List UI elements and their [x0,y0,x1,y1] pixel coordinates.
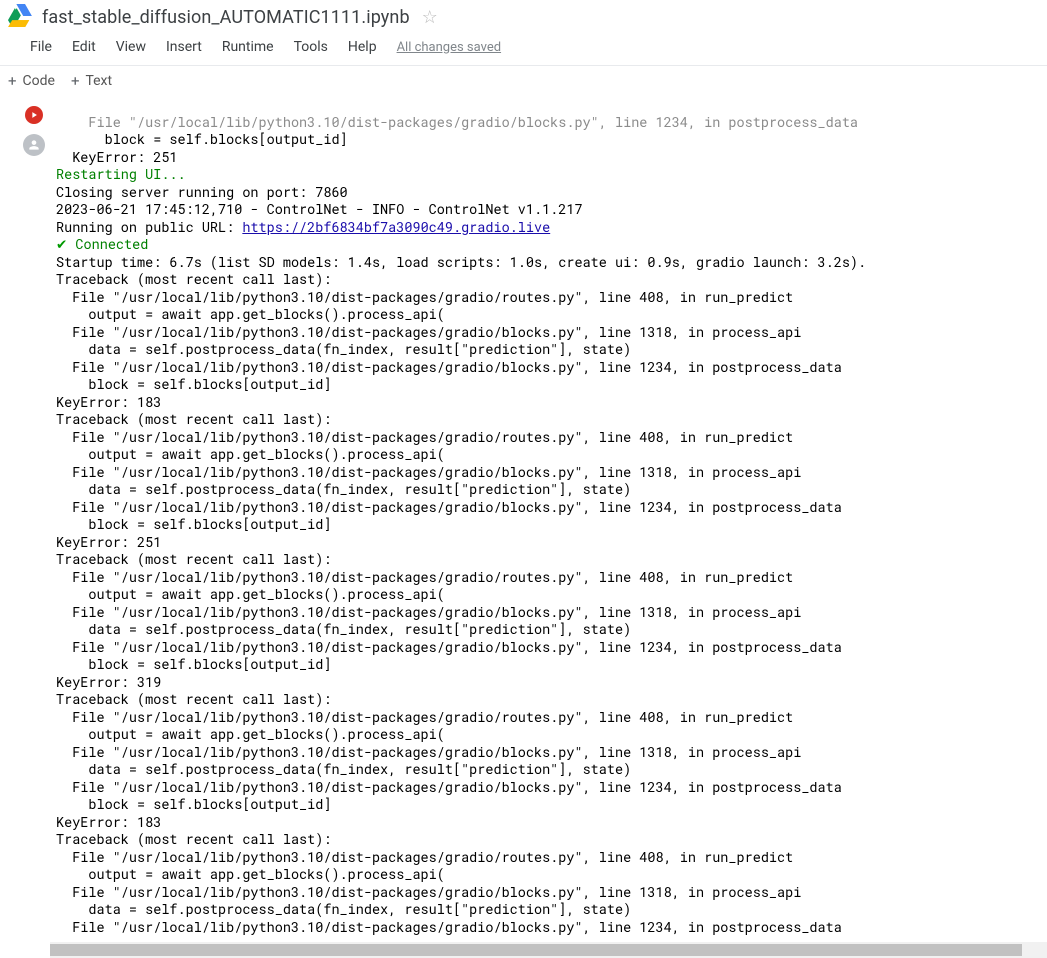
star-icon[interactable]: ☆ [422,7,438,28]
output-line: KeyError: 183 [56,813,161,831]
output-line: File "/usr/local/lib/python3.10/dist-pac… [56,743,801,761]
output-line: data = self.postprocess_data(fn_index, r… [56,620,631,638]
toolbar: + Code + Text [0,66,1047,96]
output-line: Closing server running on port: 7860 [56,183,348,201]
menu-view[interactable]: View [106,35,156,59]
notebook-title[interactable]: fast_stable_diffusion_AUTOMATIC1111.ipyn… [42,7,410,28]
plus-icon: + [8,72,17,90]
output-line: File "/usr/local/lib/python3.10/dist-pac… [56,708,793,726]
error-status-icon[interactable] [25,106,43,124]
check-icon: ✔ [56,235,67,253]
output-line: File "/usr/local/lib/python3.10/dist-pac… [56,498,842,516]
output-line: File "/usr/local/lib/python3.10/dist-pac… [56,113,858,131]
output-line: block = self.blocks[output_id] [56,655,331,673]
output-line: data = self.postprocess_data(fn_index, r… [56,900,631,918]
public-url-link[interactable]: https://2bf6834bf7a3090c49.gradio.live [242,218,550,236]
menu-bar: File Edit View Insert Runtime Tools Help… [0,33,1047,66]
menu-edit[interactable]: Edit [62,35,106,59]
output-line: output = await app.get_blocks().process_… [56,865,445,883]
menu-tools[interactable]: Tools [284,35,338,59]
output-line: Traceback (most recent call last): [56,830,331,848]
plus-icon: + [71,72,80,90]
menu-file[interactable]: File [20,35,62,59]
scrollbar-thumb[interactable] [50,944,1022,956]
output-line: Running on public URL: [56,218,242,236]
output-line: File "/usr/local/lib/python3.10/dist-pac… [56,603,801,621]
output-line: KeyError: 319 [56,673,161,691]
notebook-header: fast_stable_diffusion_AUTOMATIC1111.ipyn… [0,0,1047,33]
output-line: File "/usr/local/lib/python3.10/dist-pac… [56,463,801,481]
horizontal-scrollbar[interactable] [50,942,1047,958]
add-text-label: Text [85,73,112,89]
output-line: output = await app.get_blocks().process_… [56,305,445,323]
output-line: File "/usr/local/lib/python3.10/dist-pac… [56,428,793,446]
console-output[interactable]: File "/usr/local/lib/python3.10/dist-pac… [52,96,1047,942]
save-status[interactable]: All changes saved [397,40,502,55]
output-line: File "/usr/local/lib/python3.10/dist-pac… [56,918,842,936]
add-code-button[interactable]: + Code [8,72,55,90]
output-line: data = self.postprocess_data(fn_index, r… [56,480,631,498]
menu-help[interactable]: Help [338,35,387,59]
output-line: File "/usr/local/lib/python3.10/dist-pac… [56,288,793,306]
output-line: KeyError: 183 [56,393,161,411]
output-line: block = self.blocks[output_id] [56,130,348,148]
add-text-button[interactable]: + Text [71,72,112,90]
output-line: Traceback (most recent call last): [56,410,331,428]
cell-output-area: File "/usr/local/lib/python3.10/dist-pac… [0,96,1047,942]
output-line: Connected [67,235,148,253]
output-line: File "/usr/local/lib/python3.10/dist-pac… [56,568,793,586]
output-gutter [16,96,52,942]
output-line: block = self.blocks[output_id] [56,795,331,813]
output-line: data = self.postprocess_data(fn_index, r… [56,340,631,358]
output-line: KeyError: 251 [56,533,161,551]
output-line: File "/usr/local/lib/python3.10/dist-pac… [56,638,842,656]
output-line: output = await app.get_blocks().process_… [56,725,445,743]
output-line: KeyError: 251 [56,148,178,166]
output-line: Restarting UI... [56,165,186,183]
drive-icon [8,4,34,30]
output-line: File "/usr/local/lib/python3.10/dist-pac… [56,778,842,796]
output-line: File "/usr/local/lib/python3.10/dist-pac… [56,358,842,376]
add-code-label: Code [23,73,55,89]
output-line: data = self.postprocess_data(fn_index, r… [56,760,631,778]
output-line: Traceback (most recent call last): [56,550,331,568]
output-line: block = self.blocks[output_id] [56,515,331,533]
output-line: block = self.blocks[output_id] [56,375,331,393]
output-line: Startup time: 6.7s (list SD models: 1.4s… [56,253,866,271]
menu-runtime[interactable]: Runtime [212,35,284,59]
output-line: Traceback (most recent call last): [56,270,331,288]
output-line: 2023-06-21 17:45:12,710 - ControlNet - I… [56,200,583,218]
output-line: output = await app.get_blocks().process_… [56,585,445,603]
output-line: File "/usr/local/lib/python3.10/dist-pac… [56,323,801,341]
menu-insert[interactable]: Insert [156,35,212,59]
output-line: File "/usr/local/lib/python3.10/dist-pac… [56,848,793,866]
output-line: output = await app.get_blocks().process_… [56,445,445,463]
executor-avatar-icon[interactable] [23,134,45,156]
output-line: Traceback (most recent call last): [56,690,331,708]
output-line: File "/usr/local/lib/python3.10/dist-pac… [56,883,801,901]
